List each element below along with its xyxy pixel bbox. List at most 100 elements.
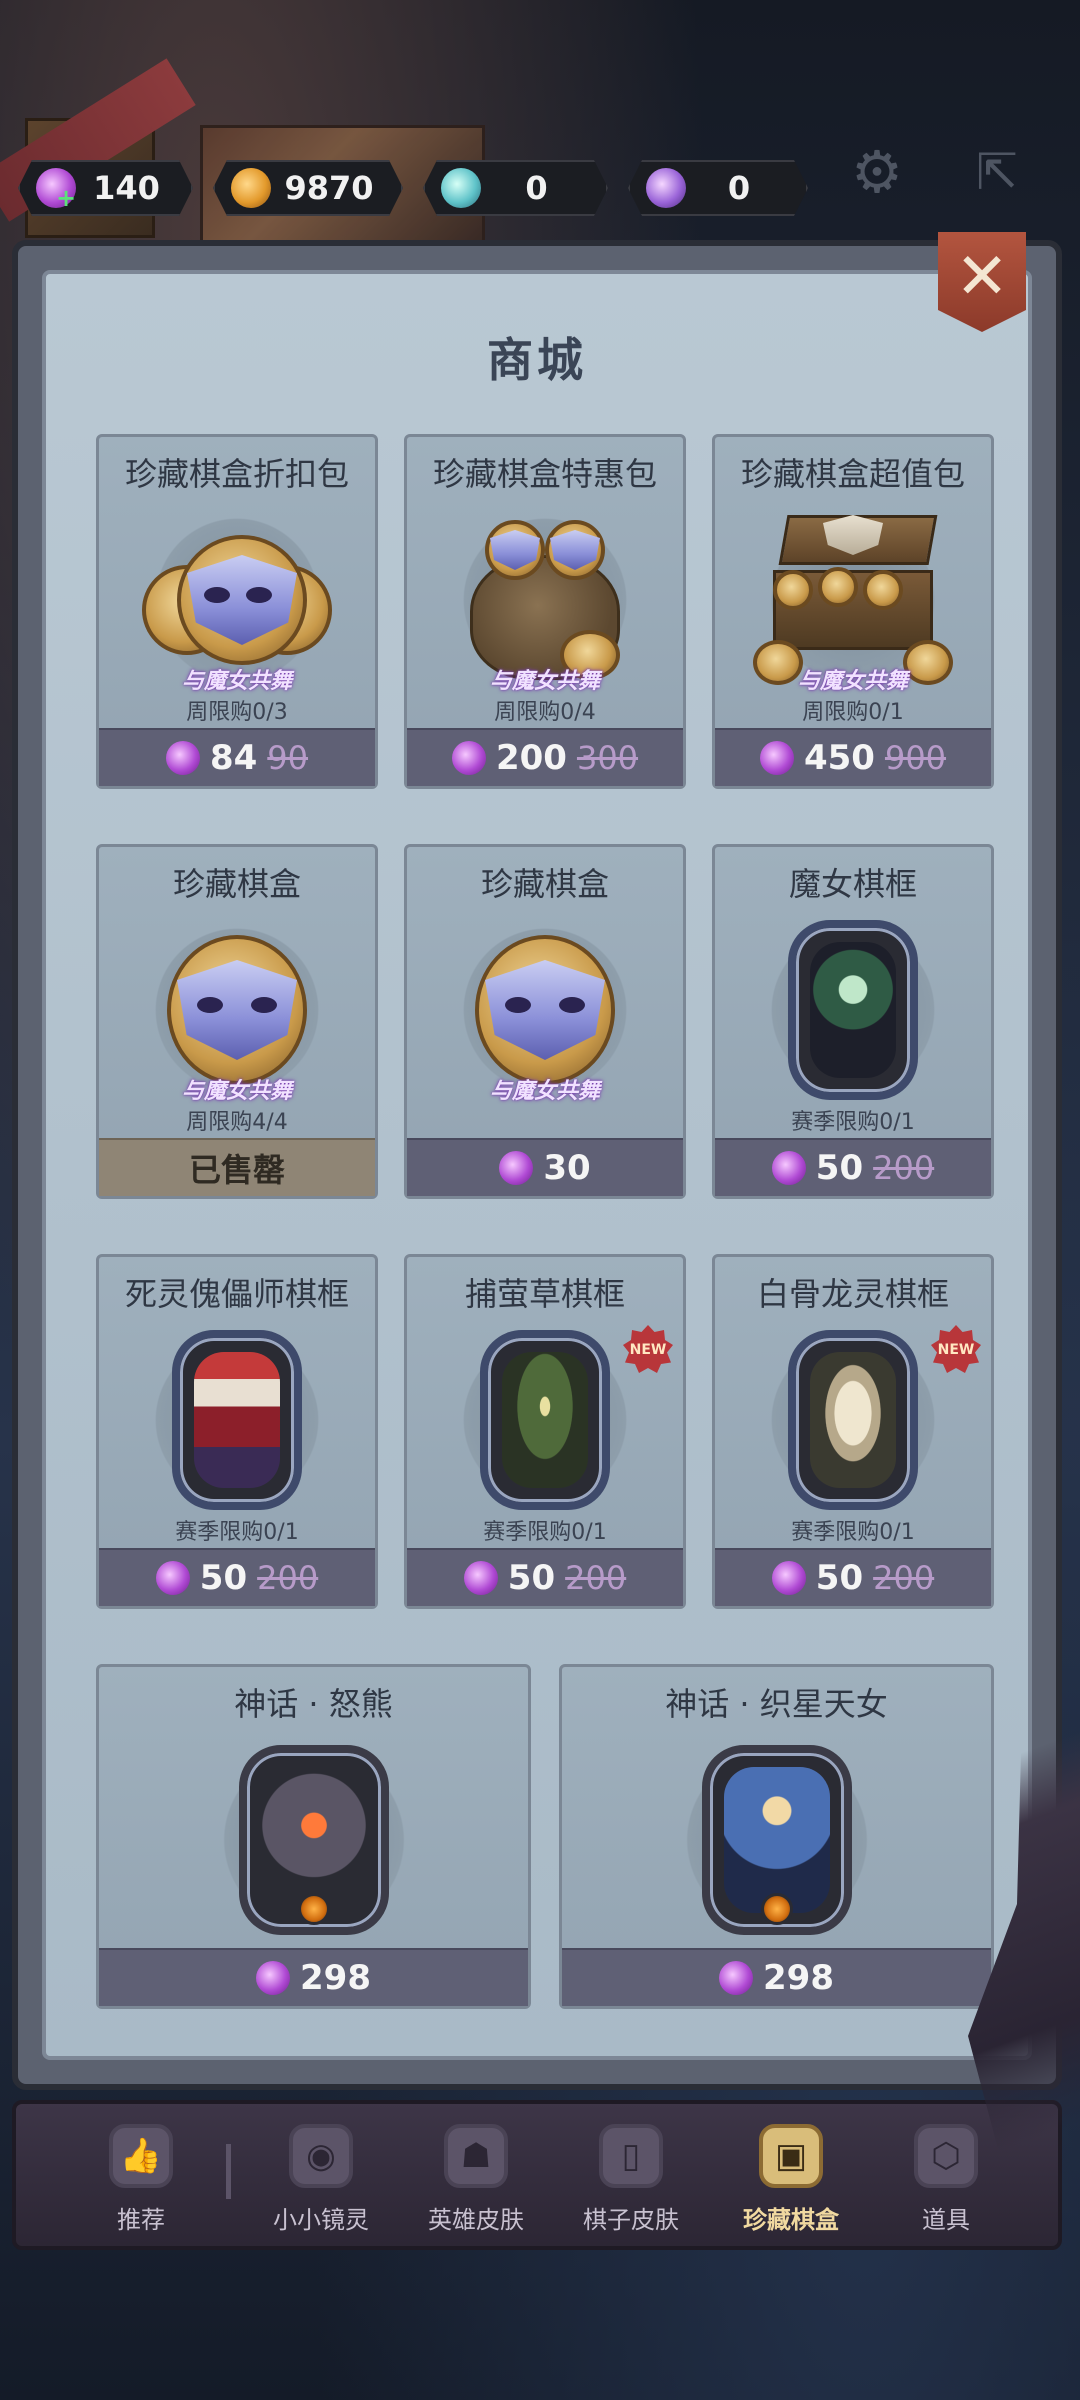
price: 30 — [543, 1148, 591, 1188]
product-art — [208, 1735, 419, 1945]
event-logo: 与魔女共舞 — [489, 1079, 601, 1104]
product-title: 珍藏棋盒 — [172, 865, 301, 903]
product-card-plant-frame[interactable]: 捕萤草棋框 NEW 赛季限购0/1 50 200 — [404, 1254, 686, 1609]
candy-icon — [771, 1151, 806, 1185]
candy-amount: 140 — [93, 169, 160, 207]
product-title: 珍藏棋盒超值包 — [740, 455, 965, 493]
nav-item-hero-skin[interactable]: ☗ 英雄皮肤 — [401, 2124, 551, 2235]
nav-label: 英雄皮肤 — [428, 2206, 524, 2234]
buy-button[interactable]: 450 900 — [715, 728, 991, 786]
pumpkin-coin-amount: 9870 — [284, 169, 374, 207]
original-price: 90 — [267, 739, 309, 777]
sold-out-button: 已售罄 — [99, 1138, 375, 1196]
product-art — [671, 1735, 882, 1945]
product-art — [758, 1325, 948, 1515]
buy-button[interactable]: 200 300 — [407, 728, 683, 786]
mask-coins-icon — [142, 525, 332, 675]
orb-amount: 0 — [727, 169, 751, 207]
product-card-myth-angry-bear[interactable]: 神话 · 怒熊 298 — [96, 1664, 531, 2009]
potion-amount: 0 — [525, 169, 548, 207]
buy-button[interactable]: 30 — [407, 1138, 683, 1196]
shop-panel: 商城 珍藏棋盒折扣包 与魔女共舞 周限购0/3 84 90 珍藏棋盒特惠包 与魔… — [12, 240, 1062, 2090]
exit-icon[interactable]: ⇱ — [965, 140, 1029, 204]
close-icon: ✕ — [955, 240, 1009, 314]
candy-icon — [719, 1961, 753, 1995]
purchase-limit: 周限购4/4 — [186, 1110, 288, 1135]
price: 50 — [815, 1558, 864, 1598]
buy-button[interactable]: 50 200 — [715, 1138, 991, 1196]
mask-sack-icon — [450, 520, 640, 680]
product-card-discount-pack[interactable]: 珍藏棋盒折扣包 与魔女共舞 周限购0/3 84 90 — [96, 434, 378, 789]
product-card-collector-box[interactable]: 珍藏棋盒 与魔女共舞 30 — [404, 844, 686, 1199]
price: 298 — [763, 1958, 834, 1998]
hero-skin-icon: ☗ — [444, 2124, 508, 2188]
price: 50 — [815, 1148, 864, 1188]
new-badge: NEW — [931, 1325, 981, 1373]
event-logo: 与魔女共舞 — [489, 669, 601, 694]
original-price: 200 — [873, 1149, 935, 1187]
original-price: 200 — [257, 1559, 319, 1597]
gear-icon[interactable]: ⚙ — [845, 140, 909, 204]
shop-panel-inner: 商城 珍藏棋盒折扣包 与魔女共舞 周限购0/3 84 90 珍藏棋盒特惠包 与魔… — [42, 270, 1032, 2060]
nav-item-recommend[interactable]: 👍 推荐 — [66, 2124, 216, 2235]
buy-button[interactable]: 50 200 — [407, 1548, 683, 1606]
product-title: 白骨龙灵棋框 — [756, 1275, 949, 1313]
candy-icon — [499, 1151, 534, 1185]
product-card-special-pack[interactable]: 珍藏棋盒特惠包 与魔女共舞 周限购0/4 200 300 — [404, 434, 686, 789]
product-art — [142, 1325, 332, 1515]
sold-out-label: 已售罄 — [188, 1151, 285, 1189]
nav-label: 棋子皮肤 — [583, 2206, 679, 2234]
puppeteer-frame-icon — [172, 1330, 302, 1510]
nav-label: 道具 — [922, 2206, 970, 2234]
plant-frame-icon — [480, 1330, 610, 1510]
potion-icon — [441, 168, 481, 208]
price: 50 — [199, 1558, 248, 1598]
buy-button[interactable]: 298 — [99, 1948, 528, 2006]
star-weaver-frame-icon — [701, 1745, 852, 1935]
nav-item-piece-skin[interactable]: ▯ 棋子皮肤 — [556, 2124, 706, 2235]
purchase-limit: 赛季限购0/1 — [791, 1110, 915, 1135]
candy-icon — [155, 1561, 190, 1595]
product-title: 珍藏棋盒特惠包 — [432, 455, 657, 493]
product-card-puppeteer-frame[interactable]: 死灵傀儡师棋框 赛季限购0/1 50 200 — [96, 1254, 378, 1609]
rarity-gem-icon — [297, 1893, 330, 1925]
product-art — [758, 915, 948, 1105]
product-card-witch-frame[interactable]: 魔女棋框 赛季限购0/1 50 200 — [712, 844, 994, 1199]
original-price: 300 — [576, 739, 639, 777]
buy-button[interactable]: 298 — [562, 1948, 991, 2006]
candy-icon — [463, 1561, 498, 1595]
event-logo: 与魔女共舞 — [797, 669, 909, 694]
candy-currency[interactable]: + 140 — [18, 160, 193, 216]
thumbs-up-icon: 👍 — [109, 2124, 173, 2188]
purchase-limit: 赛季限购0/1 — [483, 1520, 607, 1545]
product-card-value-pack[interactable]: 珍藏棋盒超值包 与魔女共舞 周限购0/1 450 900 — [712, 434, 994, 789]
buy-button[interactable]: 50 200 — [715, 1548, 991, 1606]
product-card-bone-dragon-frame[interactable]: 白骨龙灵棋框 NEW 赛季限购0/1 50 200 — [712, 1254, 994, 1609]
bone-dragon-frame-icon — [788, 1330, 918, 1510]
candy-icon — [451, 741, 486, 775]
rarity-gem-icon — [760, 1893, 793, 1925]
new-badge: NEW — [623, 1325, 673, 1373]
add-plus-icon[interactable]: + — [56, 184, 76, 212]
product-title: 死灵傀儡师棋框 — [124, 1275, 349, 1313]
nav-item-mirror-spirit[interactable]: ◉ 小小镜灵 — [246, 2124, 396, 2235]
purchase-limit: 周限购0/4 — [494, 700, 596, 725]
nav-divider — [226, 2144, 231, 2199]
product-card-collector-box-sold-out: 珍藏棋盒 与魔女共舞 周限购4/4 已售罄 — [96, 844, 378, 1199]
buy-button[interactable]: 50 200 — [99, 1548, 375, 1606]
pumpkin-coin-currency: 9870 — [213, 160, 403, 216]
ghost-card-icon: ◉ — [289, 2124, 353, 2188]
mask-single-icon — [167, 935, 307, 1085]
purchase-limit: 周限购0/3 — [186, 700, 288, 725]
price: 50 — [507, 1558, 556, 1598]
price: 450 — [803, 738, 875, 778]
bear-frame-icon — [238, 1745, 389, 1935]
mask-chest-icon — [753, 515, 953, 685]
buy-button[interactable]: 84 90 — [99, 728, 375, 786]
orb-icon — [646, 168, 686, 208]
original-price: 900 — [884, 739, 947, 777]
nav-item-collector-box[interactable]: ▣ 珍藏棋盒 — [716, 2124, 866, 2235]
product-card-myth-star-weaver[interactable]: 神话 · 织星天女 298 — [559, 1664, 994, 2009]
product-title: 珍藏棋盒 — [480, 865, 609, 903]
original-price: 200 — [873, 1559, 935, 1597]
